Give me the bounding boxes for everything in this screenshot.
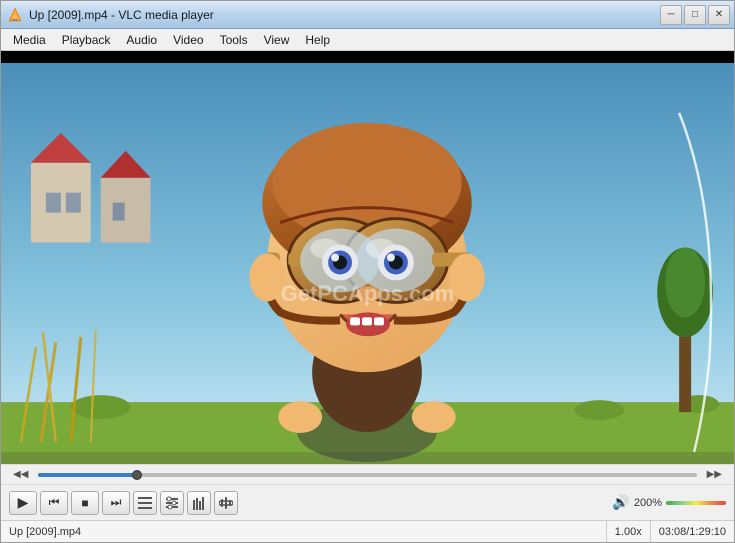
seekbar-fill	[38, 473, 137, 477]
playlist-icon	[138, 497, 152, 509]
video-frame	[1, 51, 734, 464]
volume-track	[666, 501, 726, 505]
volume-icon[interactable]: 🔊	[612, 494, 629, 511]
play-button[interactable]: ▶	[9, 491, 37, 515]
main-window: Up [2009].mp4 - VLC media player ─ □ ✕ M…	[0, 0, 735, 543]
minimize-button[interactable]: ─	[660, 5, 682, 25]
menu-playback[interactable]: Playback	[54, 31, 119, 49]
titlebar-left: Up [2009].mp4 - VLC media player	[7, 7, 214, 23]
seekbar-thumb[interactable]	[132, 470, 142, 480]
effects-icon	[219, 496, 233, 510]
toggle-playlist-button[interactable]	[133, 491, 157, 515]
seekbar-track[interactable]	[38, 473, 696, 477]
video-area[interactable]: GetPCApps.com	[1, 51, 734, 464]
status-time: 03:08/1:29:10	[650, 521, 734, 542]
effects-button[interactable]	[214, 491, 238, 515]
menu-media[interactable]: Media	[5, 31, 54, 49]
status-filename: Up [2009].mp4	[1, 526, 606, 538]
equalizer-icon	[192, 496, 206, 510]
stop-button[interactable]: ■	[71, 491, 99, 515]
volume-label: 200%	[634, 497, 662, 509]
maximize-button[interactable]: □	[684, 5, 706, 25]
controls-bar: ▶ ⏮ ■ ⏭	[1, 484, 734, 520]
menu-view[interactable]: View	[256, 31, 298, 49]
prev-button[interactable]: ⏮	[40, 491, 68, 515]
close-button[interactable]: ✕	[708, 5, 730, 25]
volume-slider[interactable]	[666, 498, 726, 508]
window-title: Up [2009].mp4 - VLC media player	[29, 8, 214, 22]
volume-area: 🔊 200%	[612, 494, 726, 511]
menubar: Media Playback Audio Video Tools View He…	[1, 29, 734, 51]
titlebar-buttons: ─ □ ✕	[660, 5, 730, 25]
extended-icon	[165, 496, 179, 510]
statusbar: Up [2009].mp4 1.00x 03:08/1:29:10	[1, 520, 734, 542]
seekbar-area: ◀◀ ▶▶	[1, 464, 734, 484]
extended-settings-button[interactable]	[160, 491, 184, 515]
app-icon	[7, 7, 23, 23]
next-button[interactable]: ⏭	[102, 491, 130, 515]
equalizer-button[interactable]	[187, 491, 211, 515]
titlebar: Up [2009].mp4 - VLC media player ─ □ ✕	[1, 1, 734, 29]
seek-forward-button[interactable]: ▶▶	[703, 469, 726, 480]
menu-tools[interactable]: Tools	[212, 31, 256, 49]
menu-help[interactable]: Help	[297, 31, 338, 49]
volume-fill	[666, 501, 726, 505]
menu-audio[interactable]: Audio	[118, 31, 165, 49]
status-speed: 1.00x	[606, 521, 650, 542]
menu-video[interactable]: Video	[165, 31, 211, 49]
seek-back-button[interactable]: ◀◀	[9, 469, 32, 480]
